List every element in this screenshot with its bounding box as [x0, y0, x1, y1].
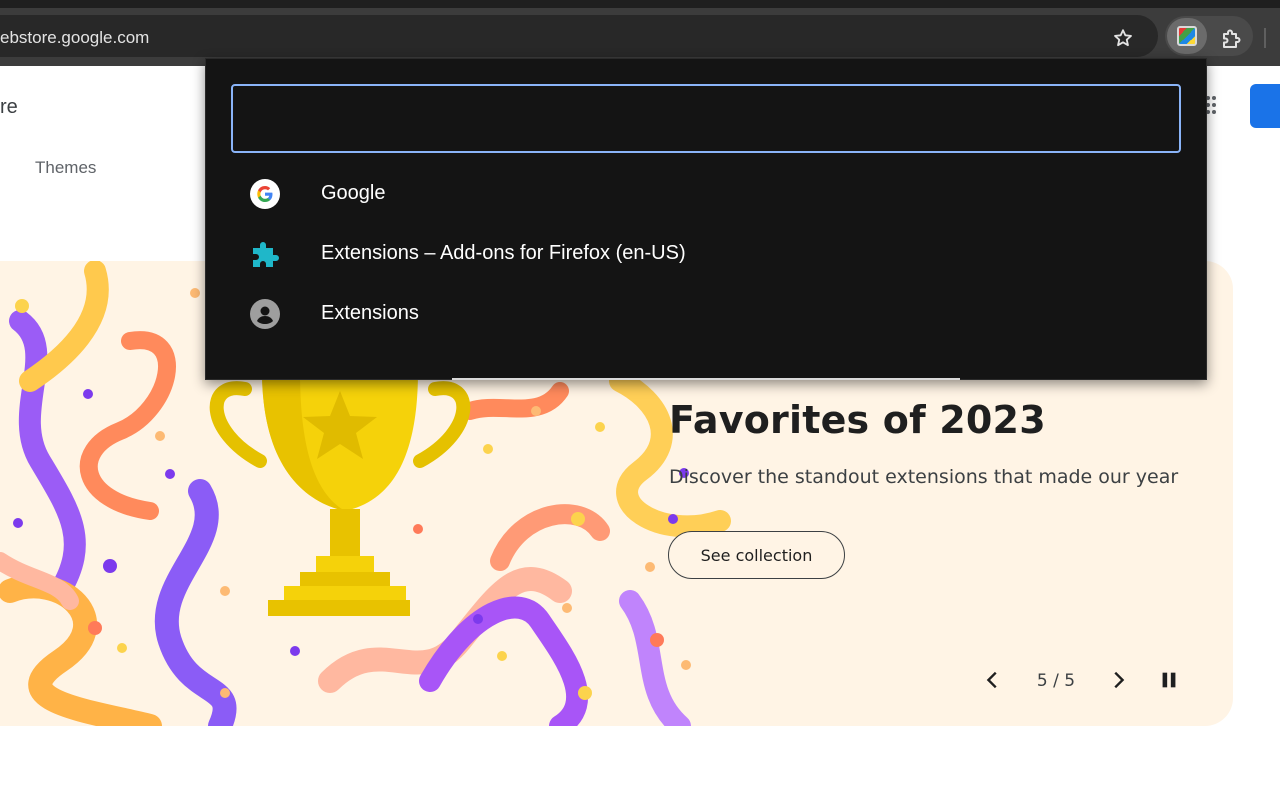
banner-title: Favorites of 2023 [669, 398, 1046, 442]
nav-themes-link[interactable]: Themes [35, 158, 96, 178]
carousel-counter: 5 / 5 [1036, 671, 1076, 691]
popup-search-input[interactable] [231, 84, 1181, 153]
toolbar-separator [1264, 28, 1266, 48]
pause-icon [1162, 672, 1176, 688]
chevron-left-icon [986, 671, 997, 689]
tab-strip [0, 0, 1280, 8]
puzzle-icon [250, 239, 280, 269]
address-bar[interactable] [0, 15, 1158, 57]
suggestion-label: Extensions [321, 302, 419, 324]
google-icon [250, 179, 280, 209]
extensions-puzzle-icon[interactable] [1218, 26, 1244, 52]
carousel-next-button[interactable] [1104, 666, 1132, 694]
suggestion-extensions[interactable]: Extensions [206, 284, 1206, 344]
sign-in-button[interactable] [1250, 84, 1280, 128]
active-extension-button[interactable] [1167, 18, 1207, 54]
carousel-pause-button[interactable] [1155, 666, 1183, 694]
store-title[interactable]: re [0, 96, 18, 119]
popup-divider [452, 378, 960, 380]
address-bar-url[interactable]: ebstore.google.com [0, 28, 149, 48]
bookmark-star-icon[interactable] [1110, 25, 1136, 51]
extension-popup: Google Extensions – Add-ons for Firefox … [205, 58, 1207, 380]
suggestion-firefox-addons[interactable]: Extensions – Add-ons for Firefox (en-US) [206, 224, 1206, 284]
suggestion-google[interactable]: Google [206, 164, 1206, 224]
carousel-prev-button[interactable] [979, 666, 1007, 694]
banner-description: Discover the standout extensions that ma… [669, 466, 1179, 488]
suggestion-label: Extensions – Add-ons for Firefox (en-US) [321, 242, 686, 264]
see-collection-button[interactable]: See collection [668, 531, 845, 579]
account-icon [250, 299, 280, 329]
extension-icon [1177, 26, 1197, 46]
chevron-right-icon [1114, 671, 1125, 689]
apps-grid-icon[interactable] [1206, 96, 1222, 116]
suggestion-label: Google [321, 182, 386, 204]
